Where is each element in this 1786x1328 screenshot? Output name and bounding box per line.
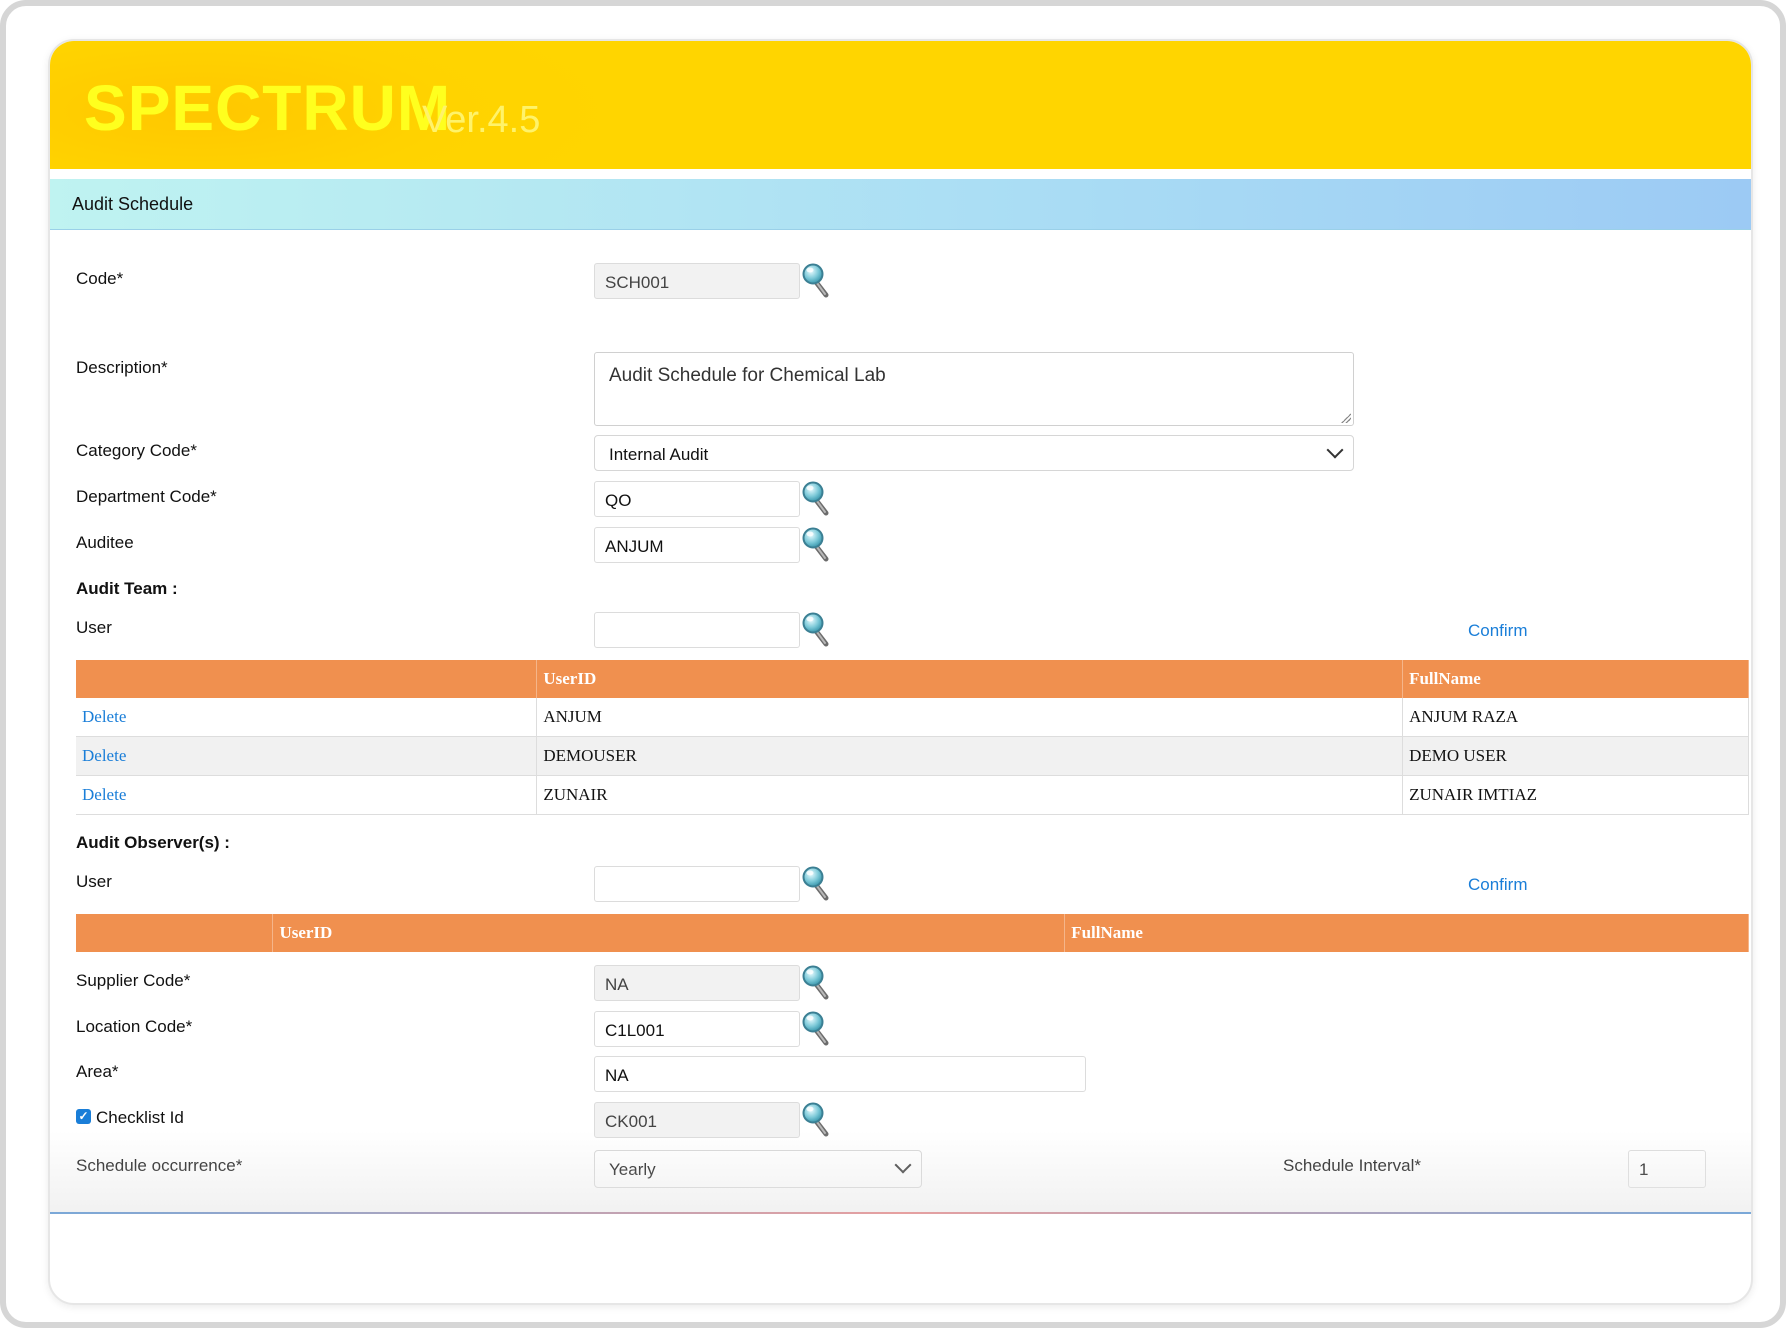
audit-observers-table: UserID FullName: [76, 914, 1749, 952]
full-name-cell: DEMO USER: [1402, 736, 1749, 776]
resize-handle-icon[interactable]: [1341, 413, 1351, 423]
table-header-row: UserID FullName: [76, 914, 1749, 952]
delete-link[interactable]: Delete: [76, 775, 538, 815]
department-code-field[interactable]: QO: [594, 481, 800, 517]
category-code-value: Internal Audit: [609, 445, 709, 464]
column-header-action: [76, 660, 538, 698]
section-header: Audit Schedule: [50, 179, 1751, 230]
table-row: Delete DEMOUSER DEMO USER: [76, 736, 1749, 776]
auditee-label: Auditee: [76, 533, 134, 552]
table-row: Delete ANJUM ANJUM RAZA: [76, 698, 1749, 737]
app-container: SPECTRUM Ver.4.5 Audit Schedule Code* SC…: [48, 39, 1753, 1305]
area-label: Area*: [76, 1062, 119, 1081]
auditee-field[interactable]: ANJUM: [594, 527, 800, 563]
column-header-fullname: FullName: [1402, 660, 1749, 698]
audit-team-user-label: User: [76, 618, 112, 637]
category-code-select[interactable]: Internal Audit: [594, 435, 1354, 471]
full-name-cell: ZUNAIR IMTIAZ: [1402, 775, 1749, 815]
description-text: Audit Schedule for Chemical Lab: [609, 365, 886, 386]
delete-link[interactable]: Delete: [76, 736, 538, 776]
description-label: Description*: [76, 358, 168, 377]
schedule-occurrence-value: Yearly: [609, 1160, 656, 1179]
code-field[interactable]: SCH001: [594, 263, 800, 299]
user-id-cell: ANJUM: [536, 698, 1404, 737]
location-lookup-magnifier-icon[interactable]: [802, 1010, 832, 1046]
table-row: Delete ZUNAIR ZUNAIR IMTIAZ: [76, 775, 1749, 815]
supplier-code-field[interactable]: NA: [594, 965, 800, 1001]
code-label: Code*: [76, 269, 124, 288]
audit-observers-confirm-link[interactable]: Confirm: [1468, 875, 1528, 895]
page-title: Audit Schedule: [72, 194, 194, 214]
audit-team-user-field[interactable]: [594, 612, 800, 648]
supplier-lookup-magnifier-icon[interactable]: [802, 964, 832, 1000]
auditee-lookup-magnifier-icon[interactable]: [802, 526, 832, 562]
checklist-id-field[interactable]: CK001: [594, 1102, 800, 1138]
version-label: Ver.4.5: [422, 99, 541, 141]
audit-observers-heading: Audit Observer(s) :: [76, 833, 230, 852]
column-header-userid: UserID: [536, 660, 1404, 698]
column-header-action: [76, 914, 274, 952]
viewport-cut-divider: [50, 1212, 1751, 1214]
header-banner: SPECTRUM Ver.4.5: [50, 41, 1751, 169]
checklist-checkbox[interactable]: ✓: [76, 1109, 91, 1124]
schedule-occurrence-label: Schedule occurrence*: [76, 1156, 243, 1175]
checkmark-icon: ✓: [78, 1109, 89, 1123]
checklist-id-label: Checklist Id: [96, 1108, 184, 1127]
department-code-label: Department Code*: [76, 487, 217, 506]
audit-team-lookup-magnifier-icon[interactable]: [802, 611, 832, 647]
schedule-interval-label: Schedule Interval*: [1283, 1156, 1421, 1175]
audit-observers-user-field[interactable]: [594, 866, 800, 902]
schedule-occurrence-select[interactable]: Yearly: [594, 1150, 922, 1188]
column-header-fullname: FullName: [1064, 914, 1749, 952]
audit-team-heading: Audit Team :: [76, 579, 178, 598]
department-lookup-magnifier-icon[interactable]: [802, 480, 832, 516]
audit-observers-user-label: User: [76, 872, 112, 891]
table-header-row: UserID FullName: [76, 660, 1749, 698]
user-id-cell: ZUNAIR: [536, 775, 1404, 815]
description-textarea[interactable]: Audit Schedule for Chemical Lab: [594, 352, 1354, 426]
delete-link[interactable]: Delete: [76, 698, 538, 737]
location-code-label: Location Code*: [76, 1017, 193, 1036]
chevron-down-icon: [1326, 441, 1344, 459]
audit-team-confirm-link[interactable]: Confirm: [1468, 621, 1528, 641]
supplier-code-label: Supplier Code*: [76, 971, 191, 990]
column-header-userid: UserID: [272, 914, 1066, 952]
full-name-cell: ANJUM RAZA: [1402, 698, 1749, 737]
checklist-lookup-magnifier-icon[interactable]: [802, 1101, 832, 1137]
location-code-field[interactable]: C1L001: [594, 1011, 800, 1047]
user-id-cell: DEMOUSER: [536, 736, 1404, 776]
audit-observers-lookup-magnifier-icon[interactable]: [802, 865, 832, 901]
code-lookup-magnifier-icon[interactable]: [802, 262, 832, 298]
area-field[interactable]: NA: [594, 1056, 1086, 1092]
category-code-label: Category Code*: [76, 441, 197, 460]
window-frame: SPECTRUM Ver.4.5 Audit Schedule Code* SC…: [0, 0, 1786, 1328]
chevron-down-icon: [894, 1156, 912, 1174]
audit-team-table: UserID FullName Delete ANJUM ANJUM RAZA …: [76, 660, 1749, 815]
schedule-interval-field[interactable]: 1: [1628, 1150, 1706, 1188]
brand-logo: SPECTRUM: [84, 72, 452, 144]
